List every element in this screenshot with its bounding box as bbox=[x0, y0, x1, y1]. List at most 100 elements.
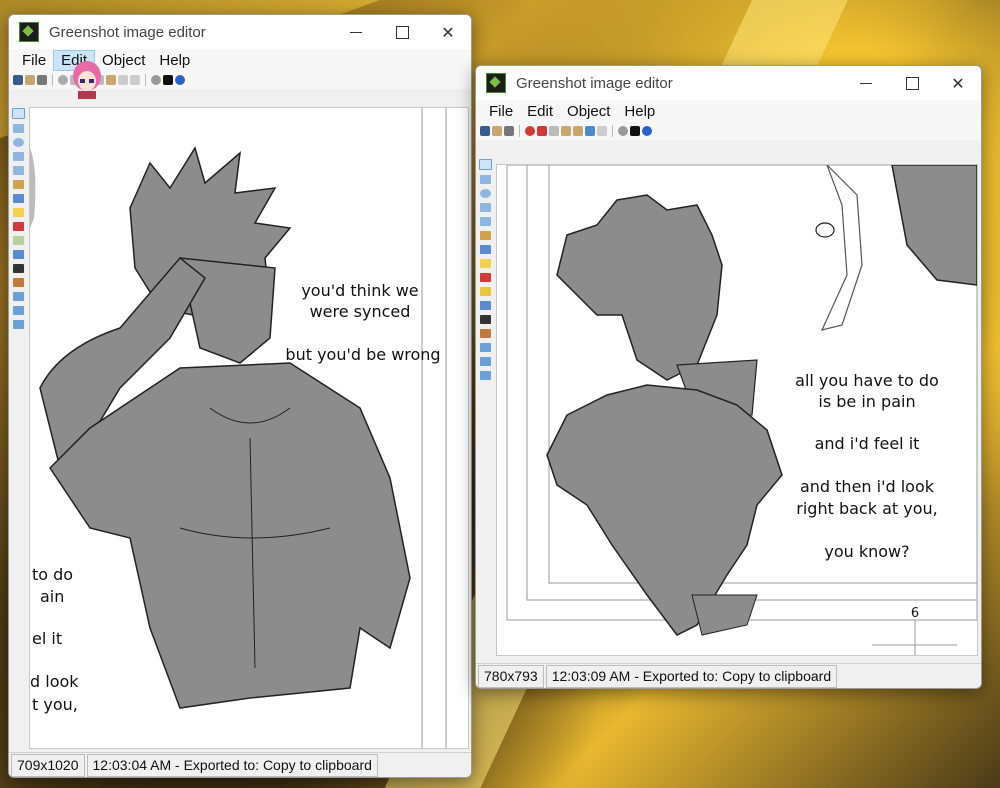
settings-icon[interactable] bbox=[151, 75, 161, 85]
rectangle-tool-icon[interactable] bbox=[479, 175, 491, 184]
undo-icon[interactable] bbox=[118, 75, 128, 85]
menu-bar: File Edit Object Help bbox=[476, 100, 981, 122]
greenshot-app-icon bbox=[19, 22, 39, 42]
clipboard-icon[interactable] bbox=[492, 126, 502, 136]
line-tool-icon[interactable] bbox=[479, 203, 491, 212]
speech-line: is be in pain bbox=[818, 392, 916, 411]
cursor-tool-icon[interactable] bbox=[11, 108, 25, 119]
cursor-tool-icon[interactable] bbox=[478, 159, 492, 170]
copy-icon[interactable] bbox=[549, 126, 559, 136]
rotate-tool-icon[interactable] bbox=[479, 357, 491, 366]
speech-bubble-tool-icon[interactable] bbox=[12, 208, 24, 217]
status-bar: 780x793 12:03:09 AM - Exported to: Copy … bbox=[476, 663, 981, 688]
delete-icon[interactable] bbox=[58, 75, 68, 85]
effects-tool-icon[interactable] bbox=[479, 371, 491, 380]
image-size-label: 709x1020 bbox=[11, 753, 85, 777]
maximize-icon bbox=[905, 76, 919, 90]
arrow-tool-icon[interactable] bbox=[12, 166, 24, 175]
toolbar bbox=[476, 122, 981, 140]
menu-help[interactable]: Help bbox=[152, 51, 197, 70]
highlight-tool-icon[interactable] bbox=[479, 287, 491, 296]
delete-icon[interactable] bbox=[525, 126, 535, 136]
speech-line: were synced bbox=[309, 302, 411, 321]
image-canvas[interactable]: you'd think we were synced but you'd be … bbox=[29, 107, 469, 749]
menu-object[interactable]: Object bbox=[95, 51, 152, 70]
menu-help[interactable]: Help bbox=[617, 102, 662, 121]
comic-figure-1 bbox=[30, 108, 447, 748]
tool-palette bbox=[9, 105, 27, 329]
cut-icon[interactable] bbox=[537, 126, 547, 136]
anime-avatar-icon bbox=[73, 61, 101, 99]
title-bar[interactable]: Greenshot image editor ✕ bbox=[476, 66, 981, 100]
maximize-button[interactable] bbox=[379, 15, 425, 49]
undo-icon[interactable] bbox=[585, 126, 595, 136]
resize-tool-icon[interactable] bbox=[12, 292, 24, 301]
menu-file[interactable]: File bbox=[15, 51, 53, 70]
image-tool-icon[interactable] bbox=[479, 329, 491, 338]
minimize-button[interactable] bbox=[333, 15, 379, 49]
image-size-label: 780x793 bbox=[478, 664, 544, 688]
close-button[interactable]: ✕ bbox=[425, 15, 471, 49]
counter-tool-icon[interactable] bbox=[12, 222, 24, 231]
title-bar[interactable]: Greenshot image editor ✕ bbox=[9, 15, 471, 49]
menu-file[interactable]: File bbox=[482, 102, 520, 121]
crop-tool-icon[interactable] bbox=[479, 315, 491, 324]
paste-icon[interactable] bbox=[561, 126, 571, 136]
cut-text-line: d look bbox=[30, 672, 79, 691]
clipboard-icon[interactable] bbox=[25, 75, 35, 85]
edit-icon[interactable] bbox=[573, 126, 583, 136]
info-icon[interactable] bbox=[163, 75, 173, 85]
print-icon[interactable] bbox=[504, 126, 514, 136]
status-bar: 709x1020 12:03:04 AM - Exported to: Copy… bbox=[9, 752, 471, 777]
window-title: Greenshot image editor bbox=[516, 74, 673, 92]
menu-object[interactable]: Object bbox=[560, 102, 617, 121]
tool-palette bbox=[476, 156, 494, 380]
editor-window-2[interactable]: Greenshot image editor ✕ File Edit Objec… bbox=[475, 65, 982, 689]
edit-icon[interactable] bbox=[106, 75, 116, 85]
minimize-icon bbox=[860, 82, 872, 84]
settings-icon[interactable] bbox=[618, 126, 628, 136]
save-icon[interactable] bbox=[480, 126, 490, 136]
close-button[interactable]: ✕ bbox=[935, 66, 981, 100]
cut-text-line: el it bbox=[32, 629, 63, 648]
editor-window-1[interactable]: Greenshot image editor ✕ File Edit Objec… bbox=[8, 14, 472, 778]
save-icon[interactable] bbox=[13, 75, 23, 85]
text-tool-icon[interactable] bbox=[479, 245, 491, 254]
image-tool-icon[interactable] bbox=[12, 278, 24, 287]
redo-icon[interactable] bbox=[597, 126, 607, 136]
status-message: 12:03:04 AM - Exported to: Copy to clipb… bbox=[86, 753, 378, 777]
maximize-button[interactable] bbox=[889, 66, 935, 100]
cut-text-line: ain bbox=[40, 587, 65, 606]
speech-bubble-tool-icon[interactable] bbox=[479, 259, 491, 268]
rotate-tool-icon[interactable] bbox=[12, 306, 24, 315]
pencil-tool-icon[interactable] bbox=[479, 231, 491, 240]
help-icon[interactable] bbox=[175, 75, 185, 85]
arrow-tool-icon[interactable] bbox=[479, 217, 491, 226]
pencil-tool-icon[interactable] bbox=[12, 180, 24, 189]
counter-tool-icon[interactable] bbox=[479, 273, 491, 282]
obfuscate-tool-icon[interactable] bbox=[479, 301, 491, 310]
image-canvas[interactable]: all you have to do is be in pain and i'd… bbox=[496, 164, 978, 656]
line-tool-icon[interactable] bbox=[12, 152, 24, 161]
speech-line: all you have to do bbox=[795, 371, 939, 390]
toolbar-separator bbox=[612, 125, 613, 137]
crop-tool-icon[interactable] bbox=[12, 264, 24, 273]
highlight-tool-icon[interactable] bbox=[12, 236, 24, 245]
help-icon[interactable] bbox=[642, 126, 652, 136]
ellipse-tool-icon[interactable] bbox=[479, 189, 491, 198]
rectangle-tool-icon[interactable] bbox=[12, 124, 24, 133]
minimize-button[interactable] bbox=[843, 66, 889, 100]
close-icon: ✕ bbox=[951, 73, 965, 93]
obfuscate-tool-icon[interactable] bbox=[12, 250, 24, 259]
cut-text-line: to do bbox=[32, 565, 74, 584]
speech-line: but you'd be wrong bbox=[285, 345, 441, 364]
print-icon[interactable] bbox=[37, 75, 47, 85]
ellipse-tool-icon[interactable] bbox=[12, 138, 24, 147]
text-tool-icon[interactable] bbox=[12, 194, 24, 203]
info-icon[interactable] bbox=[630, 126, 640, 136]
resize-tool-icon[interactable] bbox=[479, 343, 491, 352]
speech-line: and i'd feel it bbox=[814, 434, 920, 453]
menu-edit[interactable]: Edit bbox=[520, 102, 560, 121]
redo-icon[interactable] bbox=[130, 75, 140, 85]
effects-tool-icon[interactable] bbox=[12, 320, 24, 329]
